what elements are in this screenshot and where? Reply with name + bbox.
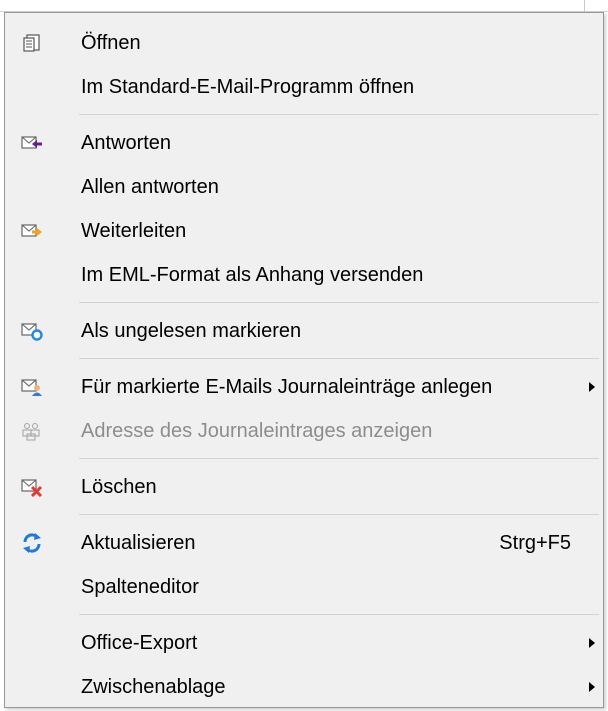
menu-item-column-editor[interactable]: Spalteneditor [5, 565, 603, 609]
mark-unread-icon [21, 320, 43, 342]
context-menu-list: Öffnen Im Standard-E-Mail-Programm öffne… [5, 21, 603, 709]
menu-item-refresh[interactable]: Aktualisieren Strg+F5 [5, 521, 603, 565]
menu-item-label: Spalteneditor [81, 575, 199, 598]
reply-mail-icon [21, 132, 43, 154]
window-top-edge [0, 0, 608, 12]
menu-item-label: Öffnen [81, 31, 141, 54]
menu-item-office-export[interactable]: Office-Export [5, 621, 603, 665]
menu-item-label: Adresse des Journaleintrages anzeigen [81, 419, 433, 442]
journal-address-icon [21, 420, 43, 442]
menu-separator [5, 609, 603, 621]
menu-item-label: Weiterleiten [81, 219, 187, 242]
menu-item-open[interactable]: Öffnen [5, 21, 603, 65]
menu-item-label: Zwischenablage [81, 675, 226, 698]
journal-entry-icon [21, 376, 43, 398]
menu-item-label: Im EML-Format als Anhang versenden [81, 263, 424, 286]
menu-item-label: Als ungelesen markieren [81, 319, 302, 342]
menu-item-label: Im Standard-E-Mail-Programm öffnen [81, 75, 415, 98]
context-menu: Öffnen Im Standard-E-Mail-Programm öffne… [4, 12, 604, 708]
refresh-icon [21, 532, 43, 554]
menu-separator [5, 353, 603, 365]
menu-item-open-in-default-mail[interactable]: Im Standard-E-Mail-Programm öffnen [5, 65, 603, 109]
menu-separator [5, 509, 603, 521]
menu-item-label: Löschen [81, 475, 157, 498]
menu-item-reply-all[interactable]: Allen antworten [5, 165, 603, 209]
submenu-arrow-icon [589, 638, 595, 648]
menu-item-create-journal-entries[interactable]: Für markierte E-Mails Journaleinträge an… [5, 365, 603, 409]
submenu-arrow-icon [589, 382, 595, 392]
menu-item-label: Aktualisieren [81, 531, 196, 554]
window-column-divider [584, 0, 585, 12]
menu-item-label: Office-Export [81, 631, 198, 654]
menu-separator [5, 453, 603, 465]
menu-item-label: Allen antworten [81, 175, 219, 198]
menu-item-mark-unread[interactable]: Als ungelesen markieren [5, 309, 603, 353]
submenu-arrow-icon [589, 682, 595, 692]
forward-mail-icon [21, 220, 43, 242]
menu-separator [5, 297, 603, 309]
menu-item-clipboard[interactable]: Zwischenablage [5, 665, 603, 709]
menu-item-label: Antworten [81, 131, 172, 154]
menu-item-send-as-eml-attachment[interactable]: Im EML-Format als Anhang versenden [5, 253, 603, 297]
menu-item-forward[interactable]: Weiterleiten [5, 209, 603, 253]
menu-item-shortcut: Strg+F5 [499, 531, 571, 554]
menu-item-show-journal-address: Adresse des Journaleintrages anzeigen [5, 409, 603, 453]
menu-separator [5, 109, 603, 121]
menu-item-delete[interactable]: Löschen [5, 465, 603, 509]
menu-item-label: Für markierte E-Mails Journaleinträge an… [81, 375, 493, 398]
menu-item-reply[interactable]: Antworten [5, 121, 603, 165]
delete-mail-icon [21, 476, 43, 498]
open-document-icon [21, 32, 43, 54]
